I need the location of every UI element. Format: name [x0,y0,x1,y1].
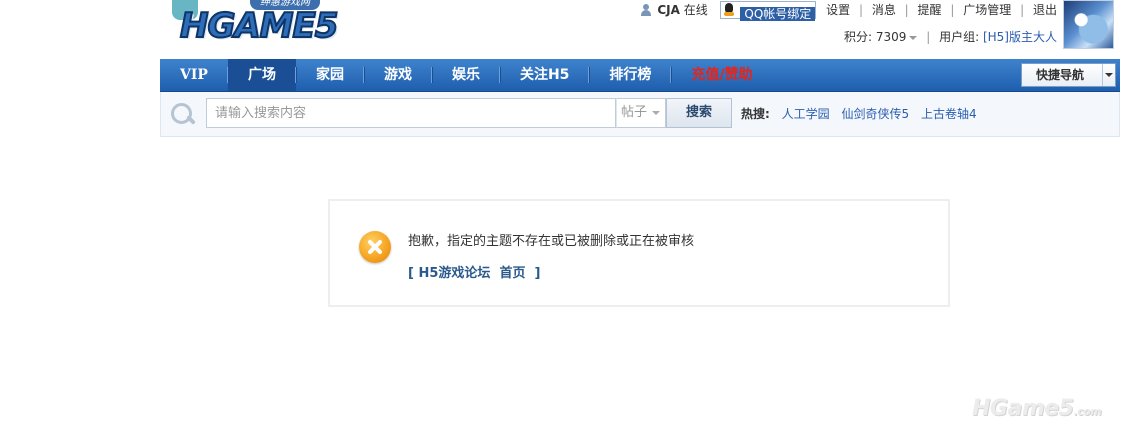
divider: | [858,2,863,17]
nav-label: 充值/赞助 [691,67,753,83]
qq-bind-label: QQ帐号绑定 [740,6,816,21]
search-bar: 帖子 搜索 热搜: 人工学园 仙剑奇侠传5 上古卷轴4 [160,92,1120,137]
nav-item-vip[interactable]: VIP [160,59,228,91]
search-type-select[interactable]: 帖子 [616,98,666,128]
divider: | [926,30,931,44]
user-group-link[interactable]: [H5]版主大人 [983,30,1057,44]
hot-search: 热搜: 人工学园 仙剑奇侠传5 上古卷轴4 [741,105,985,123]
quick-nav-label: 快捷导航 [1036,68,1085,82]
points-label: 积分: 7309 [843,30,907,44]
online-status: 在线 [683,2,708,17]
watermark-suffix: .com [1073,405,1102,418]
search-button[interactable]: 搜索 [666,98,732,128]
nav-item-recharge[interactable]: 充值/赞助 [671,59,772,91]
divider: | [1020,2,1025,17]
hot-search-label: 热搜: [741,107,770,121]
qq-penguin-icon [720,1,737,18]
nav-label: 娱乐 [451,67,480,83]
nav-item-entertainment[interactable]: 娱乐 [432,59,500,91]
search-input[interactable] [206,98,616,128]
nav-label: 排行榜 [609,67,652,83]
search-type-value: 帖子 [621,105,648,120]
nav-item-ranking[interactable]: 排行榜 [589,59,672,91]
chevron-down-icon [1102,64,1115,86]
search-icon [169,102,197,128]
nav-label: 游戏 [383,67,412,83]
settings-link[interactable]: 设置 [826,1,850,19]
user-bar: CJA 在线 QQ帐号绑定 设置 | 消息 | 提醒 | 广场管理 | 退出 [641,0,1057,21]
nav-item-square[interactable]: 广场 [227,59,296,91]
nav-item-follow-h5[interactable]: 关注H5 [500,59,590,91]
hot-link[interactable]: 仙剑奇侠传5 [841,107,909,121]
nav-label: 广场 [247,67,276,83]
user-group-label: 用户组: [939,30,980,44]
quick-nav-button[interactable]: 快捷导航 [1021,63,1116,87]
username-link[interactable]: CJA [657,1,680,19]
nav-label: 关注H5 [519,67,570,83]
main-nav: VIP 广场 家园 游戏 娱乐 关注H5 排行榜 充值/赞助 快捷导航 [160,59,1120,92]
error-message-box: 抱歉，指定的主题不存在或已被删除或正在被审核 [ H5游戏论坛 首页 ] [328,199,950,307]
watermark: HGame5.com [972,396,1102,421]
nav-label: VIP [180,67,208,83]
error-text: 抱歉，指定的主题不存在或已被删除或正在被审核 [408,234,695,249]
nav-item-games[interactable]: 游戏 [364,59,432,91]
chevron-down-icon [909,35,918,40]
user-info: 积分: 7309 | 用户组: [H5]版主大人 [844,29,1057,45]
points-menu[interactable]: 积分: 7309 [843,30,918,44]
watermark-text: HGame5 [972,396,1074,421]
notifications-link[interactable]: 提醒 [918,1,942,19]
nav-label: 家园 [315,67,344,83]
square-admin-link[interactable]: 广场管理 [963,1,1011,19]
chevron-down-icon [652,110,661,115]
user-icon [641,3,652,16]
divider: | [904,2,909,17]
qq-bind-button[interactable]: QQ帐号绑定 [719,0,817,21]
avatar[interactable] [1063,0,1114,49]
logo-text: HGAME5 [179,5,339,47]
messages-link[interactable]: 消息 [872,1,896,19]
divider: | [950,2,955,17]
forum-home-link[interactable]: [ H5游戏论坛 首页 ] [408,262,540,281]
nav-item-home[interactable]: 家园 [296,59,364,91]
hot-link[interactable]: 人工学园 [782,107,830,121]
site-logo[interactable]: 绅惠游戏网 HGAME5 [172,0,342,52]
hot-link[interactable]: 上古卷轴4 [921,107,977,121]
error-icon [359,231,391,263]
logout-link[interactable]: 退出 [1033,1,1057,19]
